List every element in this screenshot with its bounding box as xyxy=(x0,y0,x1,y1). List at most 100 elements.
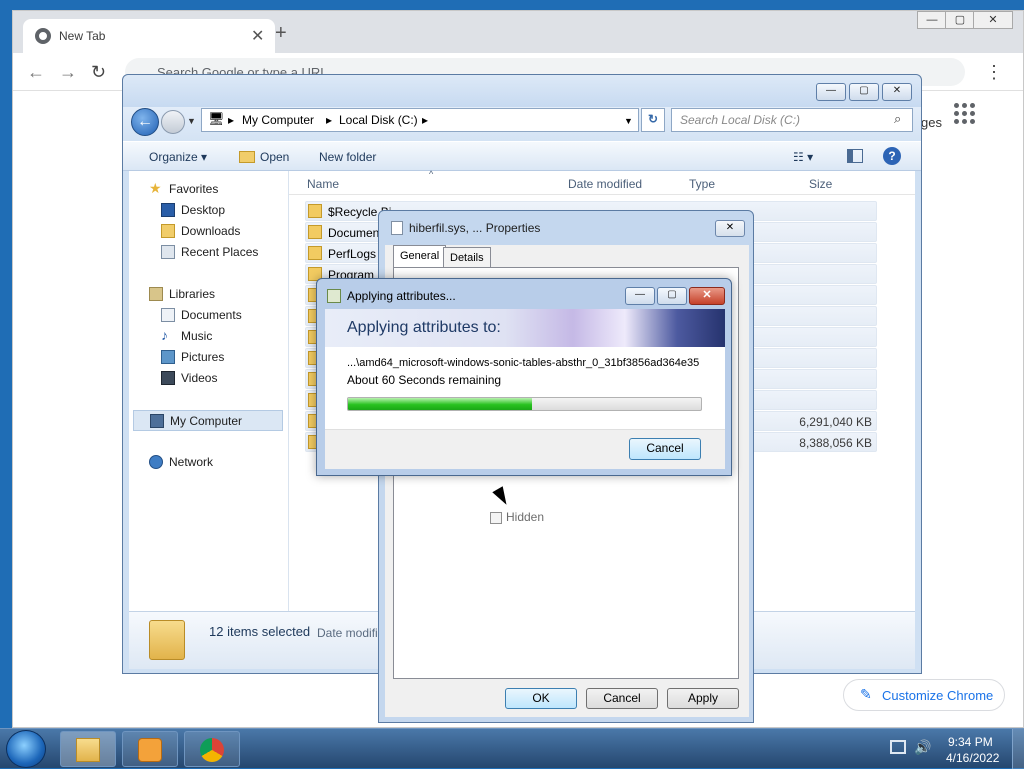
address-dropdown-icon[interactable]: ▼ xyxy=(624,116,633,126)
network-tray-icon[interactable] xyxy=(890,740,906,754)
search-input[interactable]: Search Local Disk (C:) ⌕ xyxy=(671,108,913,132)
date-modified-label: Date modifi xyxy=(317,626,378,640)
music-note-icon: ♪ xyxy=(161,327,168,343)
nav-favorites[interactable]: ★ Favorites xyxy=(129,179,287,200)
applying-banner: Applying attributes to: xyxy=(325,309,725,347)
nav-network[interactable]: Network xyxy=(129,452,287,473)
nav-pictures[interactable]: Pictures xyxy=(129,347,287,368)
taskbar-explorer[interactable] xyxy=(60,731,116,767)
search-icon: ⌕ xyxy=(894,111,902,126)
close-icon[interactable]: ✕ xyxy=(973,11,1013,29)
tab-details[interactable]: Details xyxy=(443,247,491,269)
pencil-icon: ✎ xyxy=(860,686,872,702)
computer-icon: 🖥 xyxy=(208,111,225,126)
file-icon xyxy=(391,221,403,235)
maximize-icon[interactable]: ▢ xyxy=(849,83,879,101)
help-icon[interactable]: ? xyxy=(883,147,901,165)
progress-bar-fill xyxy=(348,398,532,410)
refresh-icon[interactable]: ↻ xyxy=(641,108,665,132)
clock-time[interactable]: 9:34 PM xyxy=(948,735,993,749)
nav-documents[interactable]: Documents xyxy=(129,305,287,326)
back-arrow-icon[interactable]: ← xyxy=(27,62,45,83)
explorer-folder-icon xyxy=(76,738,100,762)
pictures-icon xyxy=(161,350,175,364)
new-tab-button[interactable]: + xyxy=(275,23,287,43)
preview-pane-icon[interactable] xyxy=(847,149,863,163)
nav-pictures-label: Pictures xyxy=(181,350,225,364)
file-name: Documen xyxy=(328,226,380,240)
breadcrumb-arrow-icon: ▸ xyxy=(326,113,333,127)
menu-icon[interactable]: ⋮ xyxy=(985,62,1003,83)
breadcrumb-local-disk[interactable]: Local Disk (C:) xyxy=(339,113,418,127)
nav-my-computer[interactable]: My Computer xyxy=(133,410,283,431)
close-icon[interactable]: ✕ xyxy=(715,220,745,237)
chrome-tab-icon xyxy=(35,28,51,44)
taskbar-media-player[interactable] xyxy=(122,731,178,767)
column-headers: Name ^ Date modified Type Size xyxy=(289,169,915,195)
tab-general[interactable]: General xyxy=(393,245,447,269)
minimize-icon[interactable]: — xyxy=(816,83,846,101)
folder-icon xyxy=(149,620,185,660)
taskbar: 🔊 9:34 PM 4/16/2022 xyxy=(0,728,1024,769)
maximize-icon[interactable]: ▢ xyxy=(657,287,687,305)
file-size: 6,291,040 KB xyxy=(799,415,872,429)
minimize-icon[interactable]: — xyxy=(917,11,947,29)
customize-chrome-button[interactable]: ✎ Customize Chrome xyxy=(843,679,1005,711)
column-type[interactable]: Type xyxy=(689,177,715,191)
clock-date[interactable]: 4/16/2022 xyxy=(946,751,999,765)
chrome-tab[interactable]: New Tab ✕ xyxy=(23,19,275,53)
volume-icon[interactable]: 🔊 xyxy=(914,739,931,756)
column-size[interactable]: Size xyxy=(809,177,832,191)
close-icon[interactable]: ✕ xyxy=(882,83,912,101)
nav-videos[interactable]: Videos xyxy=(129,368,287,389)
column-name[interactable]: Name xyxy=(307,177,339,191)
view-options-icon[interactable]: ☷ ▾ xyxy=(793,150,813,164)
close-tab-icon[interactable]: ✕ xyxy=(251,26,264,46)
nav-desktop[interactable]: Desktop xyxy=(129,200,287,221)
minimize-icon[interactable]: — xyxy=(625,287,655,305)
nav-recent-places[interactable]: Recent Places xyxy=(129,242,287,263)
nav-favorites-label: Favorites xyxy=(169,182,219,196)
cancel-button[interactable]: Cancel xyxy=(629,438,701,460)
media-player-icon xyxy=(138,738,162,762)
explorer-titlebar[interactable]: — ▢ ✕ xyxy=(123,75,921,107)
history-dropdown-icon[interactable]: ▼ xyxy=(187,116,196,126)
back-button[interactable]: ← xyxy=(131,108,159,136)
close-icon[interactable]: ✕ xyxy=(689,287,725,305)
selected-count: 12 items selected xyxy=(209,624,311,639)
hidden-checkbox[interactable] xyxy=(490,512,502,524)
nav-music[interactable]: ♪ Music xyxy=(129,326,287,347)
properties-title: hiberfil.sys, ... Properties xyxy=(409,221,541,235)
new-folder-button[interactable]: New folder xyxy=(319,150,376,164)
downloads-icon xyxy=(161,224,175,238)
column-date-modified[interactable]: Date modified xyxy=(568,177,642,191)
folder-icon xyxy=(308,204,322,218)
open-button[interactable]: Open xyxy=(260,150,289,164)
apply-button[interactable]: Apply xyxy=(667,688,739,709)
apps-grid-icon[interactable] xyxy=(954,103,976,125)
nav-recent-places-label: Recent Places xyxy=(181,245,259,259)
nav-libraries-label: Libraries xyxy=(169,287,216,301)
attributes-icon xyxy=(327,289,341,303)
cancel-button[interactable]: Cancel xyxy=(586,688,658,709)
network-icon xyxy=(149,455,163,469)
sort-ascending-icon: ^ xyxy=(429,169,434,179)
breadcrumb-my-computer[interactable]: My Computer xyxy=(242,113,314,127)
ok-button[interactable]: OK xyxy=(505,688,577,709)
forward-arrow-icon[interactable]: → xyxy=(59,62,77,83)
time-remaining: About 60 Seconds remaining xyxy=(347,373,502,387)
taskbar-chrome[interactable] xyxy=(184,731,240,767)
applying-footer: Cancel xyxy=(325,429,725,469)
maximize-icon[interactable]: ▢ xyxy=(945,11,975,29)
libraries-icon xyxy=(149,287,163,301)
forward-button[interactable] xyxy=(161,110,185,134)
nav-libraries[interactable]: Libraries xyxy=(129,284,287,305)
nav-downloads[interactable]: Downloads xyxy=(129,221,287,242)
open-folder-icon xyxy=(239,151,255,163)
address-bar[interactable]: 🖥 ▸ My Computer ▸ Local Disk (C:) ▸ ▼ xyxy=(201,108,639,132)
start-button[interactable] xyxy=(6,730,46,768)
organize-button[interactable]: Organize ▾ xyxy=(149,150,207,164)
show-desktop-button[interactable] xyxy=(1012,729,1024,769)
reload-icon[interactable]: ↻ xyxy=(91,62,106,83)
nav-videos-label: Videos xyxy=(181,371,218,385)
